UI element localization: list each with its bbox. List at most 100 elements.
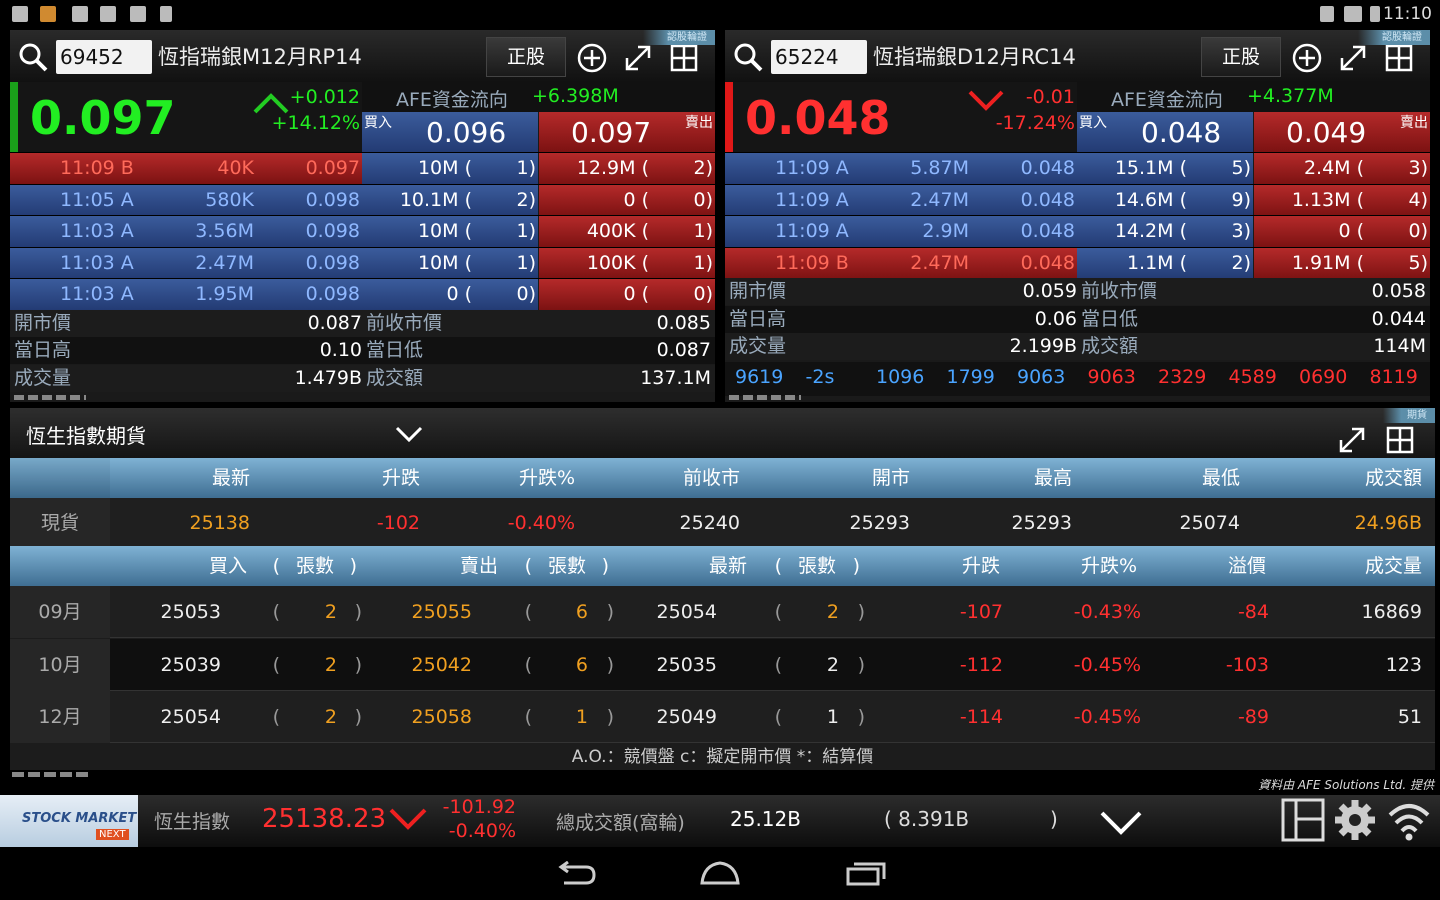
index-change: -101.92 xyxy=(442,796,516,818)
index-bar: STOCK MARKET NEXT 恆生指數 25138.23 -101.92 … xyxy=(0,795,1440,847)
chevron-down-icon[interactable] xyxy=(1098,807,1144,837)
trade-price: 0.048 xyxy=(1020,220,1075,242)
paren: ( xyxy=(524,706,532,728)
broker-id[interactable]: -2s xyxy=(806,366,835,388)
underlying-button[interactable]: 正股 xyxy=(486,37,566,77)
stock-code-input[interactable]: 69452 xyxy=(56,40,152,74)
futures-tag: 期貨 xyxy=(1383,408,1435,423)
ask-volume: 0 ( xyxy=(623,188,649,211)
status-bar: 11:10 xyxy=(0,0,1440,30)
bid-box: 買入 0.096 xyxy=(362,112,538,152)
ask-price: 0.097 xyxy=(571,116,652,149)
expand-icon[interactable] xyxy=(1336,424,1368,456)
paren: ) xyxy=(354,653,362,676)
broker-id[interactable]: 1096 xyxy=(876,366,924,388)
trade-row: 11:09 B 2.47M 0.048 1.1M (2) 1.91M (5) xyxy=(725,246,1430,279)
page-indicator xyxy=(14,395,86,400)
bid-lots: 2 xyxy=(324,706,337,728)
home-icon[interactable] xyxy=(698,859,742,887)
trade-price: 0.098 xyxy=(305,283,360,305)
spot-row[interactable]: 現貨 25138 -102 -0.40% 25240 25293 25293 25074 24.… xyxy=(10,498,1435,548)
spot-value: -0.40% xyxy=(507,512,575,534)
status-time: 11:10 xyxy=(1383,4,1432,24)
trade-volume: 2.47M xyxy=(910,251,969,274)
bid-volume: 0 ( xyxy=(446,283,472,305)
index-value: 25138.23 xyxy=(262,804,387,834)
ask-count: 4) xyxy=(1408,188,1428,211)
search-icon[interactable] xyxy=(16,40,50,74)
bid-volume: 1.1M ( xyxy=(1126,251,1187,274)
trade-volume: 3.56M xyxy=(195,220,254,242)
wifi-status-icon xyxy=(1344,6,1362,22)
stat-value: 137.1M xyxy=(640,366,711,389)
broker-id[interactable]: 9063 xyxy=(1017,366,1065,388)
wifi-icon[interactable] xyxy=(1386,799,1432,843)
bid-count: 2) xyxy=(516,188,536,211)
stat-label: 成交額 xyxy=(366,366,424,389)
bid-box: 買入 0.048 xyxy=(1077,112,1253,152)
warrant-panel-2: 65224 恆指瑞銀D12月RC14 正股 認股輪證 0.048 -0.01 -… xyxy=(725,30,1430,402)
paren: ) xyxy=(857,653,865,676)
search-icon[interactable] xyxy=(731,40,765,74)
broker-id[interactable]: 4589 xyxy=(1229,366,1277,388)
layout-icon[interactable] xyxy=(1280,797,1326,843)
logo-text: STOCK MARKET xyxy=(22,811,137,826)
ask-count: 0) xyxy=(693,188,713,211)
app-logo[interactable]: STOCK MARKET NEXT xyxy=(0,795,138,847)
bid-price: 0.096 xyxy=(426,116,507,149)
futures-header: 恆生指數期貨 期貨 xyxy=(10,408,1435,458)
stat-row: 開市價 0.087 前收市價 0.085 xyxy=(10,309,715,337)
bid-label: 買入 xyxy=(1079,115,1107,131)
stat-value: 0.10 xyxy=(319,339,362,361)
stock-name: 恆指瑞銀M12月RP14 xyxy=(158,45,362,69)
ask-volume: 2.4M ( xyxy=(1303,157,1364,179)
change-pct: +14.12% xyxy=(271,112,360,134)
stat-value: 1.479B xyxy=(294,366,362,389)
add-icon[interactable] xyxy=(1291,42,1323,74)
back-icon[interactable] xyxy=(554,861,598,887)
bid-count: 3) xyxy=(1231,220,1251,242)
broker-id[interactable]: 2329 xyxy=(1158,366,1206,388)
broker-id[interactable]: 9063 xyxy=(1088,366,1136,388)
gear-icon[interactable] xyxy=(1332,797,1378,843)
futures-row[interactable]: 09月 25053 (2) 25055 (6) 25054 (2) -107 -0.43% -84… xyxy=(10,586,1435,638)
futures-title: 恆生指數期貨 xyxy=(26,424,146,448)
trade-price: 0.048 xyxy=(1020,157,1075,179)
futures-month: 12月 xyxy=(10,691,110,743)
recent-apps-icon[interactable] xyxy=(844,859,888,887)
afe-value: +4.377M xyxy=(1247,85,1334,107)
trade-cell: 11:09 B 2.47M 0.048 xyxy=(725,247,1077,279)
trade-volume: 1.95M xyxy=(195,283,254,305)
panel-header: 65224 恆指瑞銀D12月RC14 正股 認股輪證 xyxy=(725,30,1430,82)
add-icon[interactable] xyxy=(576,42,608,74)
bid-queue-cell: 14.6M (9) xyxy=(1077,184,1253,216)
trade-price: 0.098 xyxy=(305,251,360,274)
header-change-pct: 升跌% xyxy=(1080,555,1137,577)
logo-badge: NEXT xyxy=(96,829,129,840)
underlying-button[interactable]: 正股 xyxy=(1201,37,1281,77)
chevron-down-icon[interactable] xyxy=(394,424,424,444)
stat-value: 0.087 xyxy=(656,339,711,361)
volume: 51 xyxy=(1397,706,1422,728)
trade-volume: 2.9M xyxy=(922,220,969,242)
panel-header: 69452 恆指瑞銀M12月RP14 正股 認股輪證 xyxy=(10,30,715,82)
broker-id[interactable]: 1799 xyxy=(947,366,995,388)
bid-lots: 2 xyxy=(324,653,337,676)
grid-layout-icon[interactable] xyxy=(1383,42,1415,74)
broker-id[interactable]: 0690 xyxy=(1299,366,1347,388)
stock-code-input[interactable]: 65224 xyxy=(771,40,867,74)
expand-icon[interactable] xyxy=(622,42,654,74)
header-volume: 成交量 xyxy=(1364,555,1422,577)
grid-layout-icon[interactable] xyxy=(668,42,700,74)
trade-volume: 580K xyxy=(205,188,254,211)
paren: ( xyxy=(524,653,532,676)
grid-layout-icon[interactable] xyxy=(1384,424,1416,456)
expand-icon[interactable] xyxy=(1337,42,1369,74)
stat-label: 當日低 xyxy=(366,339,424,361)
broker-id[interactable]: 9619 xyxy=(735,366,783,388)
change: -107 xyxy=(959,601,1003,623)
broker-id[interactable]: 8119 xyxy=(1370,366,1418,388)
ask-queue-cell: 400K (1) xyxy=(539,216,715,247)
futures-row[interactable]: 12月 25054 (2) 25058 (1) 25049 (1) -114 -0.45% -89… xyxy=(10,691,1435,743)
futures-row[interactable]: 10月 25039 (2) 25042 (6) 25035 (2) -112 -0.45% -10… xyxy=(10,638,1435,691)
